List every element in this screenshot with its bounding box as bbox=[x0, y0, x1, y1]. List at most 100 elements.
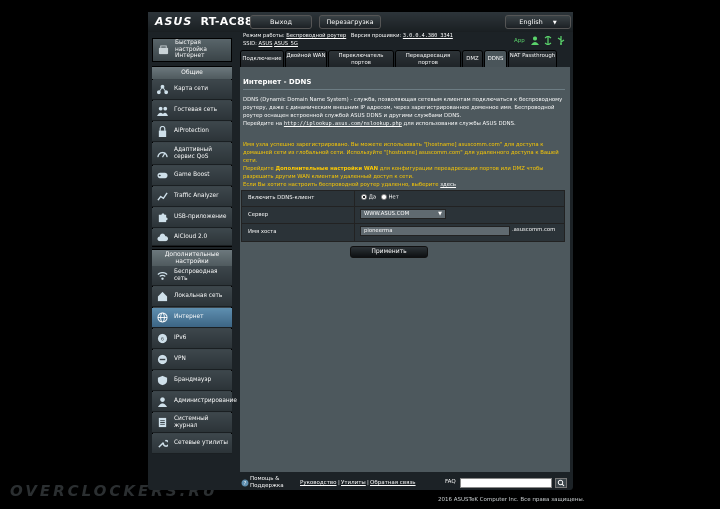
svg-text:?: ? bbox=[244, 481, 247, 487]
wan-settings-link[interactable]: Дополнительные настройки WAN bbox=[275, 166, 378, 172]
sidebar-item-lan[interactable]: Локальная сеть bbox=[152, 287, 232, 307]
search-button[interactable] bbox=[555, 478, 567, 488]
admin-icon bbox=[157, 397, 168, 407]
faq-label: FAQ bbox=[445, 479, 456, 485]
logout-button[interactable]: Выход bbox=[250, 15, 312, 29]
sidebar-item-network-tools[interactable]: Сетевые утилиты bbox=[152, 434, 232, 454]
tab-dmz[interactable]: DMZ bbox=[462, 50, 483, 67]
copyright: 2016 ASUSTeK Computer Inc. Все права защ… bbox=[438, 497, 585, 503]
apply-button[interactable]: Применить bbox=[350, 246, 428, 258]
tab-label: NAT Passthrough bbox=[509, 53, 556, 59]
log-icon bbox=[158, 417, 167, 428]
sidebar-item-label: Быстрая настройка Интернет bbox=[175, 40, 207, 60]
tab-connection[interactable]: Подключение bbox=[240, 50, 284, 67]
tab-dual-wan[interactable]: Двойной WAN bbox=[285, 50, 327, 67]
sidebar-item-wireless[interactable]: Беспроводная сеть bbox=[152, 266, 232, 286]
help-support-link[interactable]: Помощь & Поддержка bbox=[250, 476, 292, 489]
description-goto: Перейдите на bbox=[243, 121, 283, 127]
sidebar-item-game-boost[interactable]: Game Boost bbox=[152, 166, 232, 186]
footer-separator: | bbox=[367, 480, 369, 486]
sidebar-item-label: Гостевая сеть bbox=[174, 107, 218, 114]
chevron-down-icon: ▼ bbox=[438, 211, 442, 217]
sidebar-item-administration[interactable]: Администрирование bbox=[152, 392, 237, 412]
enable-no-radio[interactable] bbox=[380, 194, 387, 200]
sidebar-item-label: Системный журнал bbox=[174, 416, 209, 429]
chart-icon bbox=[157, 192, 168, 201]
people-icon[interactable] bbox=[530, 36, 540, 45]
sidebar-item-usb-app[interactable]: USB-приложение bbox=[152, 208, 232, 228]
cloud-icon bbox=[157, 233, 168, 241]
reboot-button[interactable]: Перезагрузка bbox=[319, 15, 381, 29]
sidebar-item-syslog[interactable]: Системный журнал bbox=[152, 413, 232, 433]
notice: Имя узла успешно зарегистрировано. Вы мо… bbox=[243, 141, 565, 189]
enable-ddns-label: Включить DDNS-клиент bbox=[248, 195, 315, 201]
server-select[interactable]: WWW.ASUS.COM ▼ bbox=[360, 209, 446, 219]
tab-port-switching[interactable]: Переключатель портов bbox=[328, 50, 394, 67]
link-status-icon[interactable] bbox=[543, 36, 553, 45]
network-map-icon bbox=[157, 84, 168, 95]
manual-link[interactable]: Руководство bbox=[300, 480, 337, 486]
feedback-link[interactable]: Обратная связь bbox=[370, 480, 416, 486]
sidebar-item-label: IPv6 bbox=[174, 335, 187, 342]
usb-icon[interactable] bbox=[556, 36, 566, 45]
ssid-2g-link[interactable]: ASUS bbox=[259, 41, 273, 47]
firmware-link[interactable]: 3.0.0.4.380_3341 bbox=[403, 33, 453, 39]
logo: ASUS RT-AC88U bbox=[155, 15, 262, 28]
hostname-input[interactable]: pioneerma bbox=[360, 226, 510, 236]
sidebar-item-label: Брандмауэр bbox=[174, 377, 212, 384]
status-bar: Режим работы: Беспроводной роутер Версия… bbox=[240, 33, 570, 49]
vpn-icon bbox=[157, 354, 168, 365]
sidebar-item-aiprotection[interactable]: AiProtection bbox=[152, 122, 232, 142]
search-icon bbox=[557, 479, 565, 487]
enable-yes-radio[interactable] bbox=[361, 194, 367, 200]
enable-yes-label: Да bbox=[368, 194, 377, 201]
hostname-suffix: .asuscomm.com bbox=[512, 227, 556, 233]
sidebar-item-label: VPN bbox=[174, 356, 186, 363]
firewall-icon bbox=[157, 375, 168, 386]
hostname-label: Имя хоста bbox=[248, 229, 277, 235]
description: DDNS (Dynamic Domain Name System) - служ… bbox=[243, 96, 565, 128]
utilities-link[interactable]: Утилиты bbox=[341, 480, 366, 486]
mode-link[interactable]: Беспроводной роутер bbox=[286, 33, 346, 39]
sidebar-item-label: Game Boost bbox=[174, 172, 210, 179]
iplookup-link[interactable]: http://iplookup.asus.com/nslookup.php bbox=[284, 121, 402, 127]
description-text: DDNS (Dynamic Domain Name System) - служ… bbox=[243, 97, 563, 119]
sidebar-item-label: Сетевые утилиты bbox=[174, 440, 228, 447]
remote-config-link[interactable]: здесь bbox=[440, 182, 456, 188]
tab-nat-passthrough[interactable]: NAT Passthrough bbox=[508, 50, 557, 67]
faq-search-input[interactable] bbox=[460, 478, 552, 488]
sidebar-item-ipv6[interactable]: 6 IPv6 bbox=[152, 329, 232, 349]
sidebar-item-quick-setup[interactable]: Быстрая настройка Интернет bbox=[152, 38, 232, 62]
brand-logo: ASUS bbox=[155, 15, 193, 28]
sidebar-item-guest-network[interactable]: Гостевая сеть bbox=[152, 101, 232, 121]
app-label[interactable]: App bbox=[514, 38, 525, 44]
sidebar-item-qos[interactable]: Адаптивный сервис QoS bbox=[152, 143, 232, 165]
sidebar-item-label: Карта сети bbox=[174, 86, 209, 93]
sidebar-item-aicloud[interactable]: AiCloud 2.0 bbox=[152, 229, 232, 246]
tab-ddns[interactable]: DDNS bbox=[484, 50, 507, 67]
title-divider bbox=[243, 89, 565, 90]
tab-label: Подключение bbox=[242, 56, 282, 62]
firmware-label: Версия прошивки: bbox=[350, 33, 402, 39]
ipv6-icon: 6 bbox=[157, 333, 168, 344]
ssid-5g-link[interactable]: ASUS_5G bbox=[274, 41, 298, 47]
home-icon bbox=[157, 291, 168, 302]
wifi-icon bbox=[157, 272, 168, 280]
sidebar-general-title: Общие bbox=[152, 67, 232, 79]
tab-port-forwarding[interactable]: Переадресация портов bbox=[395, 50, 461, 67]
sidebar-item-label: Traffic Analyzer bbox=[174, 193, 219, 200]
page-title: Интернет - DDNS bbox=[243, 78, 312, 86]
gamepad-icon bbox=[157, 172, 168, 179]
form-column-divider bbox=[354, 190, 355, 242]
sidebar-item-vpn[interactable]: VPN bbox=[152, 350, 232, 370]
quick-setup-icon bbox=[158, 44, 169, 54]
enable-no-label: Нет bbox=[388, 194, 399, 201]
sidebar-advanced-title: Дополнительные настройки bbox=[152, 250, 232, 266]
sidebar-item-traffic-analyzer[interactable]: Traffic Analyzer bbox=[152, 187, 232, 207]
language-select[interactable]: English ▼ bbox=[505, 15, 571, 29]
language-label: English bbox=[519, 18, 543, 26]
sidebar-item-internet[interactable]: Интернет bbox=[152, 308, 232, 328]
sidebar-item-network-map[interactable]: Карта сети bbox=[152, 80, 232, 100]
sidebar-item-firewall[interactable]: Брандмауэр bbox=[152, 371, 232, 391]
tab-label: DMZ bbox=[466, 56, 479, 62]
